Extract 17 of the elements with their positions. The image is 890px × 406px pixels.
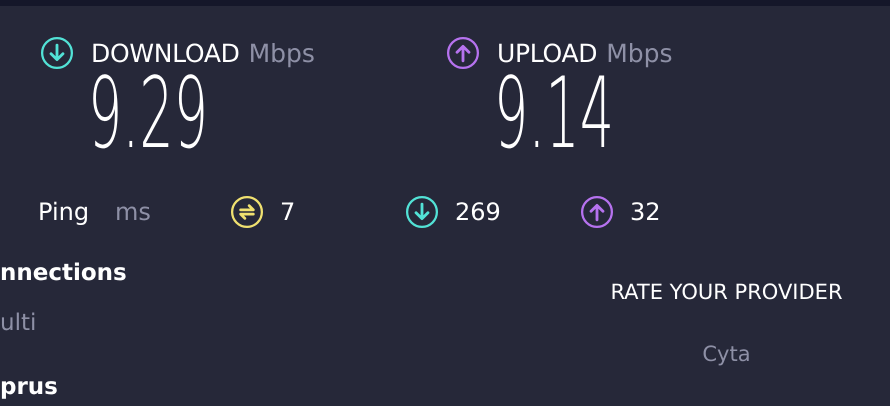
unit-label: ms <box>115 198 152 226</box>
unit-label: Mbps <box>606 38 673 68</box>
latency-value: 7 <box>280 198 296 226</box>
latency-value: 269 <box>455 198 501 226</box>
detail-title: nnections <box>0 259 127 288</box>
detail-value: ulti <box>0 309 38 338</box>
speed-label: UPLOAD <box>497 38 598 68</box>
provider-name: Cyta <box>702 342 751 366</box>
speed-value: 9.14 <box>494 70 614 158</box>
speed-value: 9.29 <box>88 70 208 158</box>
unit-label: Mbps <box>248 38 315 68</box>
detail-title: prus <box>0 373 59 402</box>
ping-label: Ping <box>38 198 90 226</box>
section-heading: RATE YOUR PROVIDER <box>610 280 843 304</box>
speed-label: DOWNLOAD <box>91 38 240 68</box>
exchange-arrows-icon <box>230 195 264 229</box>
latency-value: 32 <box>630 198 661 226</box>
